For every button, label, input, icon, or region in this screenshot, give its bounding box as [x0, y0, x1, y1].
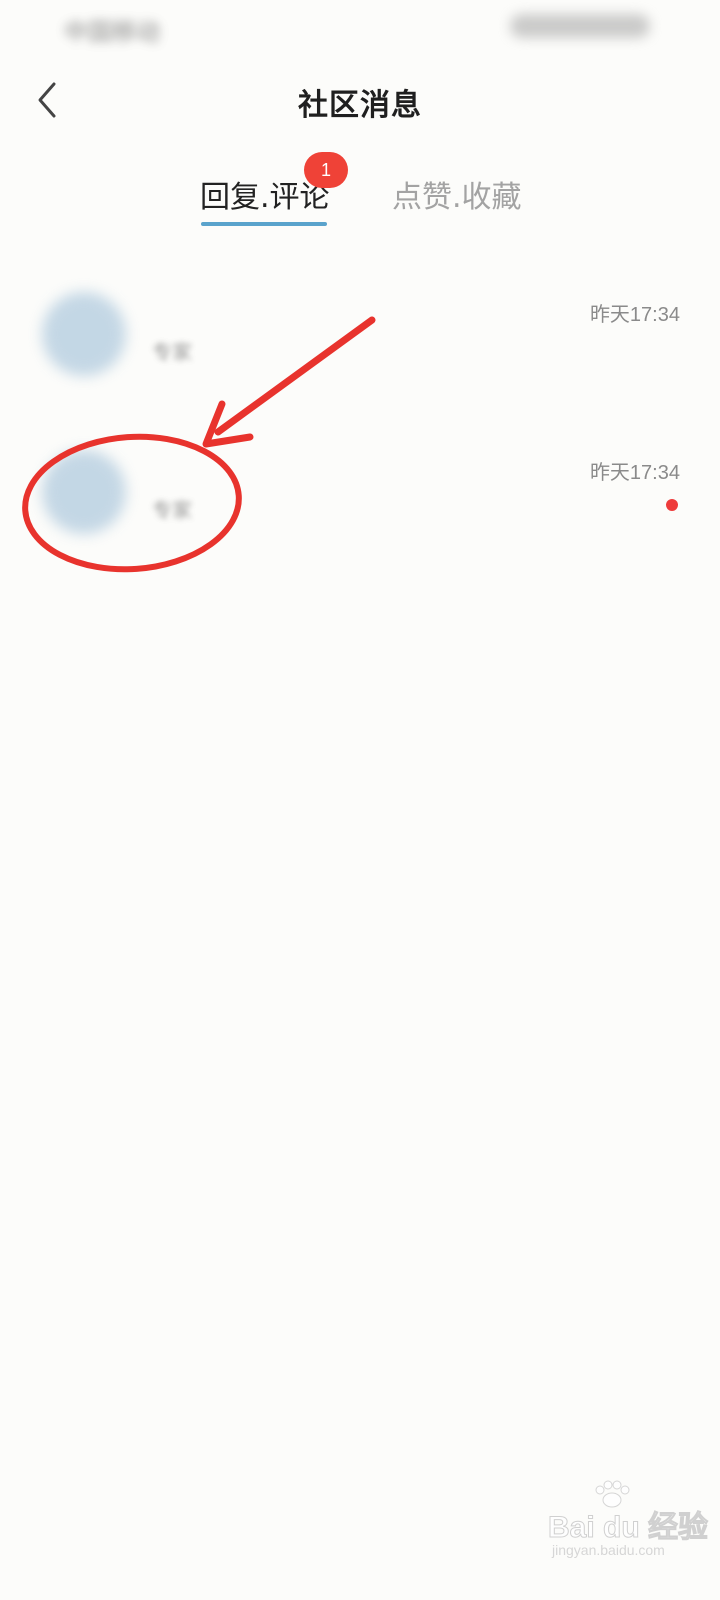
title-bar: 社区消息	[0, 64, 720, 136]
avatar[interactable]	[42, 450, 126, 534]
avatar[interactable]	[42, 292, 126, 376]
status-bar: 中国移动	[0, 0, 720, 56]
tab-likes-favorites[interactable]: 点赞.收藏	[392, 172, 522, 216]
annotation-overlay	[22, 316, 376, 573]
message-time: 昨天17:34	[589, 304, 680, 326]
baidu-jingyan-watermark: Bai du 经验 jingyan.baidu.com	[547, 1480, 709, 1580]
watermark-url: jingyan.baidu.com	[552, 1542, 665, 1558]
page-title: 社区消息	[298, 88, 422, 123]
active-tab-indicator	[201, 222, 327, 226]
list-item[interactable]: 专家 昨天17:34	[0, 426, 720, 576]
message-list: 专家 昨天17:34 专家 昨天17:34	[0, 268, 720, 588]
list-item[interactable]: 专家 昨天17:34	[0, 268, 720, 418]
carrier-label: 中国移动	[64, 18, 160, 46]
message-time: 昨天17:34	[589, 462, 680, 484]
tab-bar: 回复.评论 1 点赞.收藏	[0, 152, 720, 240]
status-icons	[510, 14, 650, 38]
unread-dot	[666, 499, 678, 511]
tab-label: 点赞.收藏	[392, 180, 522, 215]
sender-name: 专家	[152, 340, 192, 364]
unread-count-badge: 1	[304, 152, 348, 188]
sender-name: 专家	[152, 498, 192, 522]
watermark-brand: Bai du 经验	[547, 1511, 709, 1545]
tab-label: 回复.评论	[200, 180, 330, 215]
